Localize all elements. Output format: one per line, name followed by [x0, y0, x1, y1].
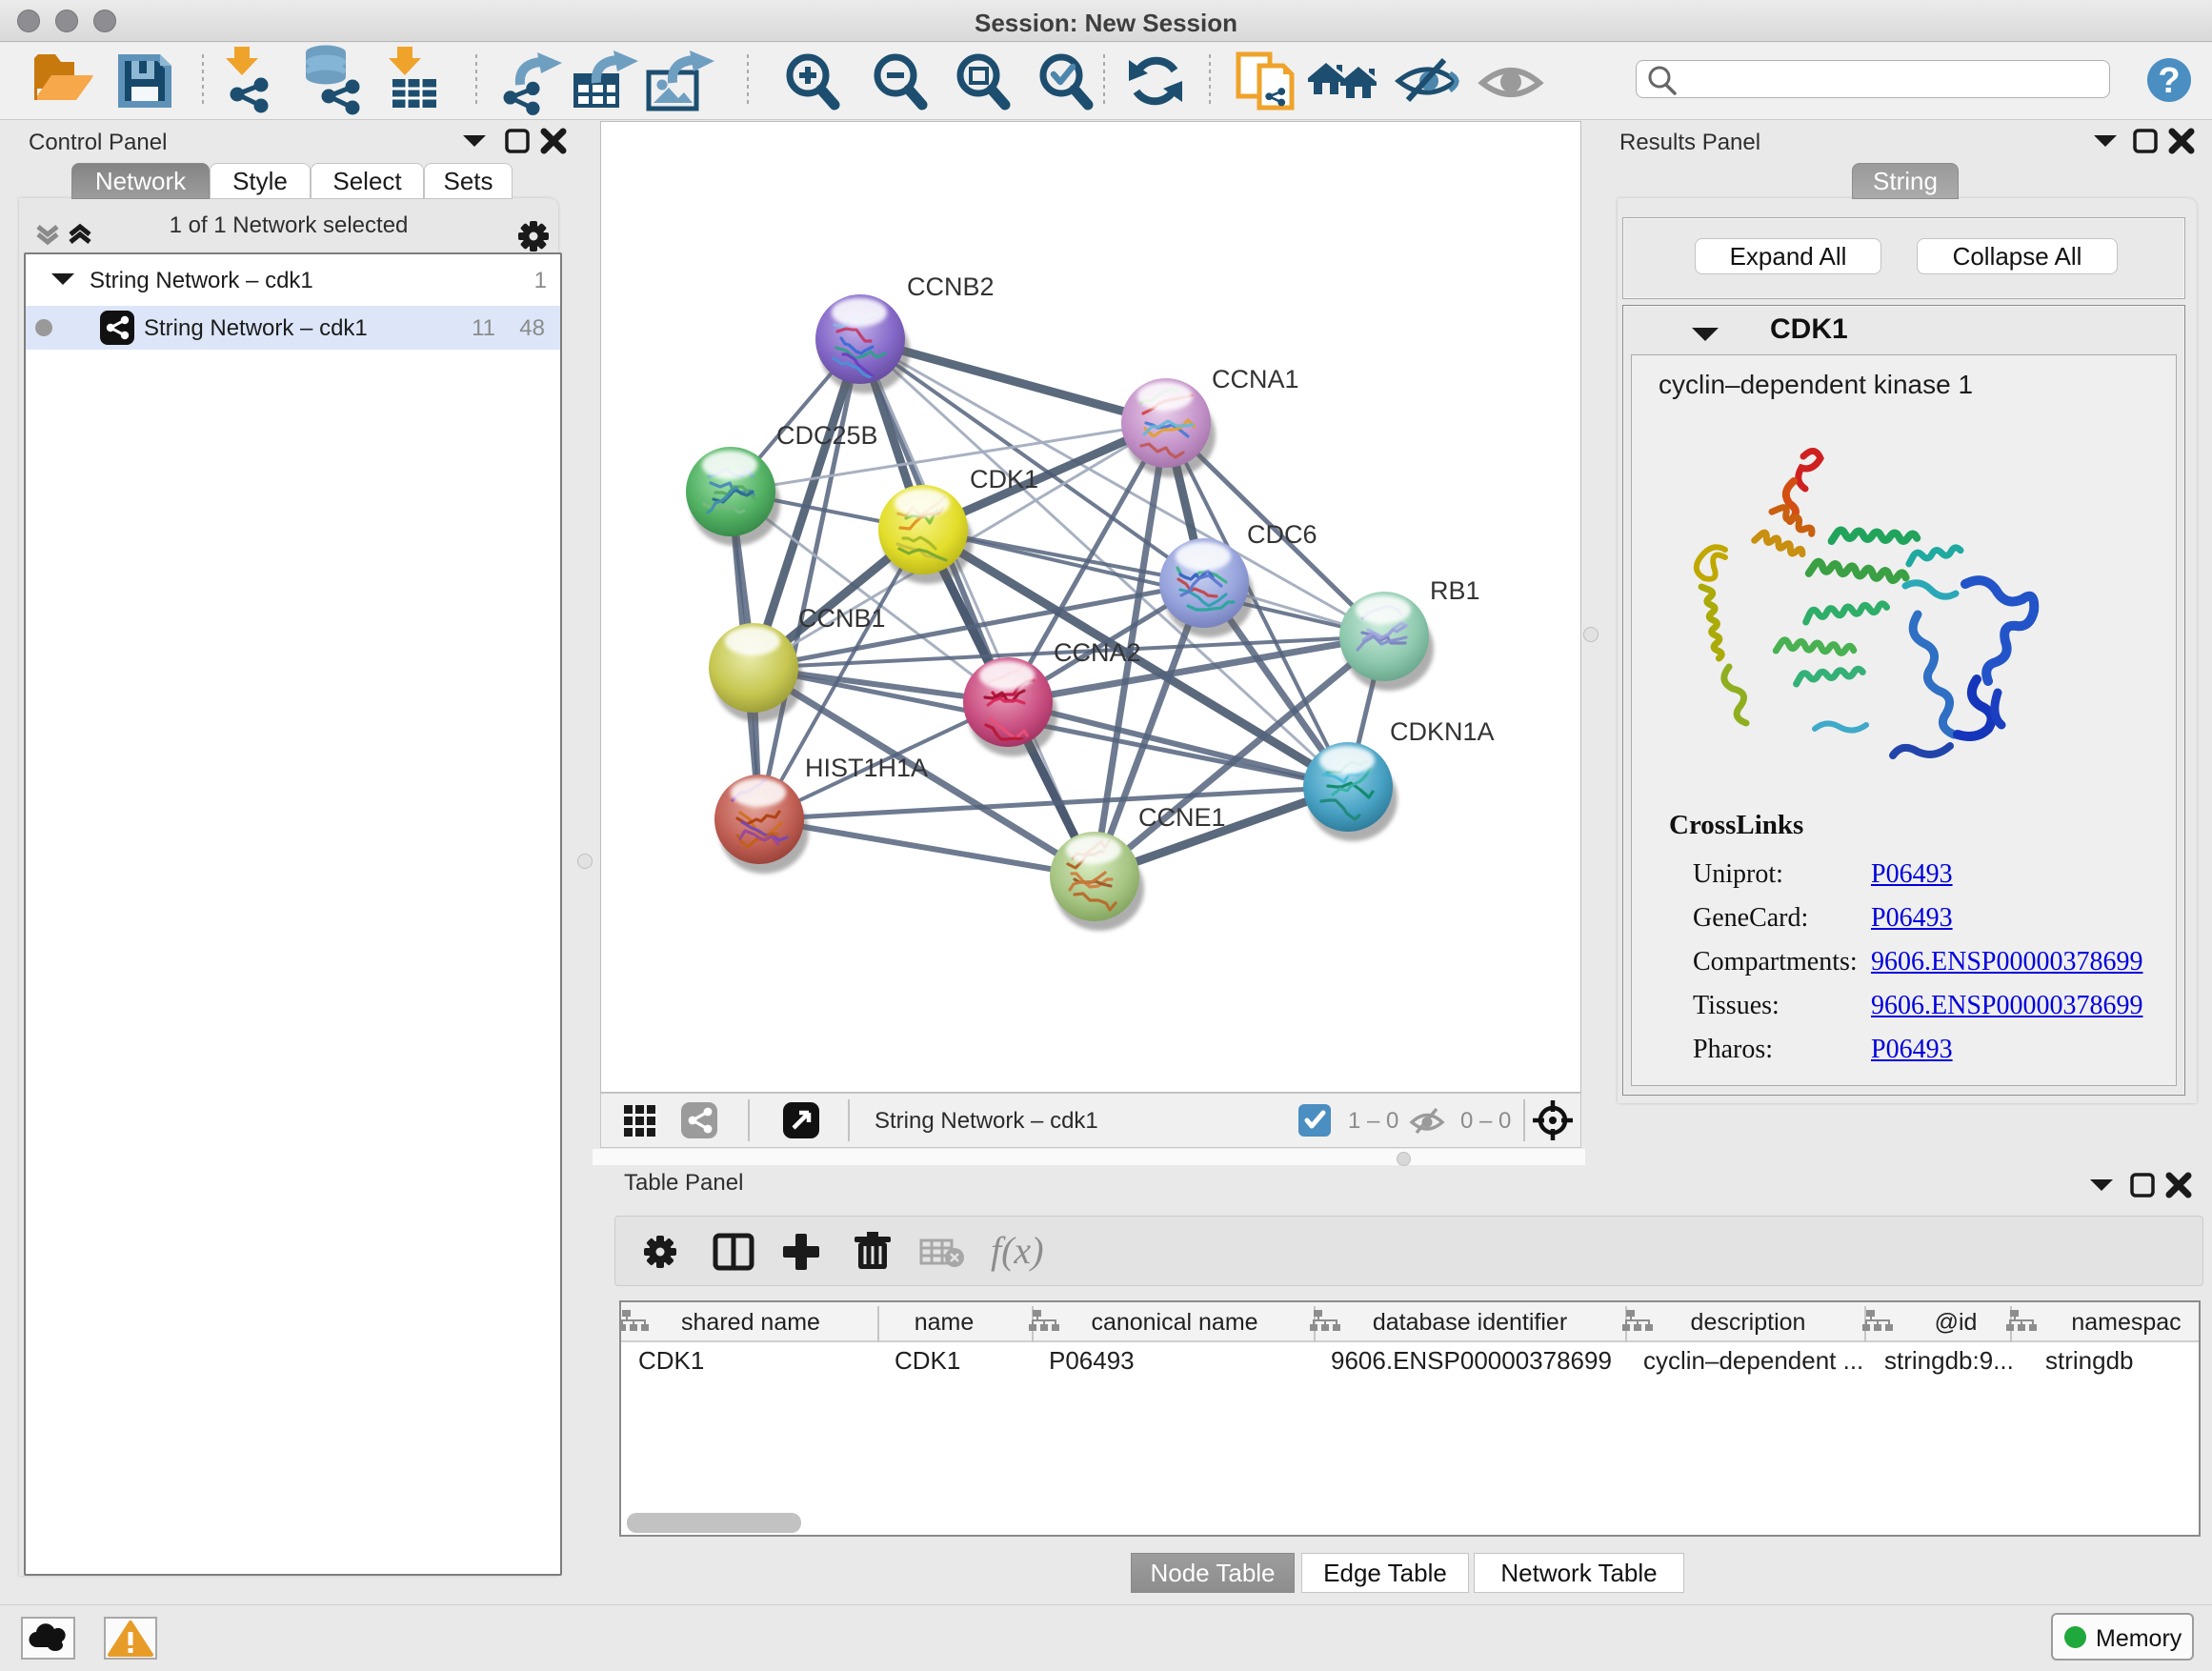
svg-text:RB1: RB1	[1430, 576, 1480, 605]
svg-text:namespac: namespac	[2071, 1309, 2181, 1336]
svg-text:CCNA1: CCNA1	[1212, 365, 1299, 393]
svg-text:stringdb:9...: stringdb:9...	[1884, 1346, 2014, 1375]
svg-text:CDKN1A: CDKN1A	[1390, 717, 1495, 746]
svg-text:CCNE1: CCNE1	[1138, 803, 1226, 832]
svg-text:CDK1: CDK1	[970, 465, 1038, 493]
svg-text:description: description	[1691, 1309, 1806, 1336]
svg-text:String Network – cdk1: String Network – cdk1	[90, 268, 313, 293]
svg-text:CDC25B: CDC25B	[776, 421, 878, 450]
svg-text:CCNA2: CCNA2	[1054, 638, 1141, 667]
svg-text:@id: @id	[1935, 1309, 1978, 1336]
svg-text:CCNB1: CCNB1	[798, 604, 886, 633]
svg-text:48: 48	[519, 315, 545, 341]
svg-text:canonical name: canonical name	[1091, 1309, 1257, 1336]
svg-text:name: name	[915, 1309, 975, 1336]
svg-text:?: ?	[2158, 61, 2180, 101]
svg-text:cyclin–dependent ...: cyclin–dependent ...	[1643, 1346, 1863, 1375]
svg-text:11: 11	[472, 315, 495, 341]
svg-text:P06493: P06493	[1049, 1346, 1135, 1375]
svg-text:1 – 0: 1 – 0	[1348, 1108, 1398, 1134]
svg-text:0 – 0: 0 – 0	[1460, 1108, 1511, 1134]
svg-text:shared name: shared name	[681, 1309, 820, 1336]
svg-text:1: 1	[534, 268, 547, 293]
svg-text:CDK1: CDK1	[638, 1346, 704, 1375]
svg-text:String Network – cdk1: String Network – cdk1	[144, 315, 368, 341]
svg-text:CCNB2: CCNB2	[907, 272, 995, 301]
svg-text:HIST1H1A: HIST1H1A	[805, 754, 928, 782]
svg-text:stringdb: stringdb	[2045, 1346, 2134, 1375]
svg-text:CDK1: CDK1	[895, 1346, 960, 1375]
svg-text:CDC6: CDC6	[1247, 520, 1317, 549]
svg-text:9606.ENSP00000378699: 9606.ENSP00000378699	[1331, 1346, 1612, 1375]
svg-text:f(x): f(x)	[991, 1229, 1044, 1272]
svg-text:database identifier: database identifier	[1373, 1309, 1567, 1336]
